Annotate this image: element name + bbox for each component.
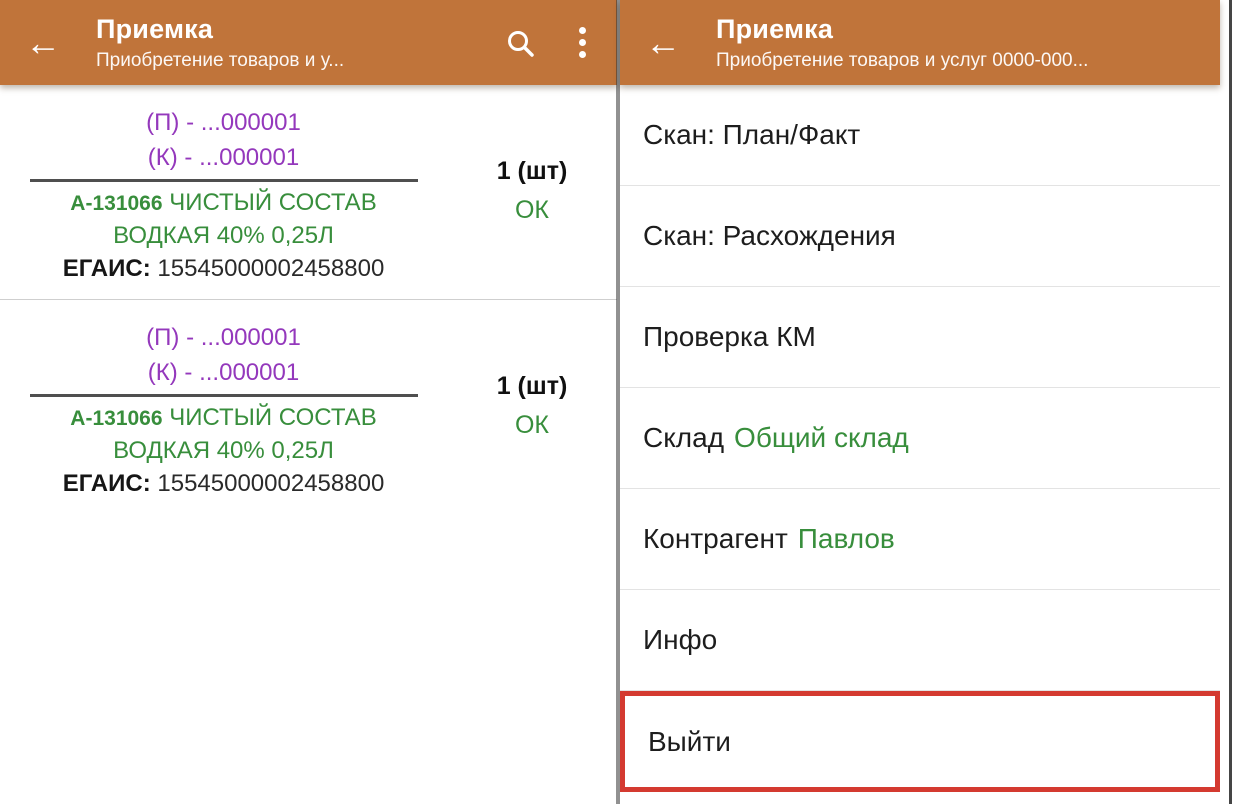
- plan-fact-divider: [30, 179, 418, 182]
- right-screen: ← Приемка Приобретение товаров и услуг 0…: [620, 0, 1220, 804]
- goods-info: (П) - ...000001 (К) - ...000001 А-131066…: [0, 320, 447, 498]
- page-subtitle: Приобретение товаров и у...: [96, 50, 505, 72]
- box-code: (К) - ...000001: [0, 355, 447, 390]
- egais-code: 15545000002458800: [157, 470, 384, 497]
- egais-line: ЕГАИС: 15545000002458800: [0, 470, 447, 498]
- egais-line: ЕГАИС: 15545000002458800: [0, 255, 447, 283]
- status-badge: ОК: [447, 196, 617, 225]
- page-subtitle: Приобретение товаров и услуг 0000-000...: [716, 50, 1220, 72]
- right-appbar: ← Приемка Приобретение товаров и услуг 0…: [620, 0, 1220, 85]
- menu-item-warehouse[interactable]: Склад Общий склад: [620, 388, 1220, 489]
- menu-item-counterparty[interactable]: Контрагент Павлов: [620, 489, 1220, 590]
- left-screen: ← Приемка Приобретение товаров и у... (П…: [0, 0, 617, 804]
- menu-item-value: Павлов: [798, 523, 895, 555]
- box-code: (К) - ...000001: [0, 140, 447, 175]
- menu-item-label: Склад: [643, 422, 724, 454]
- qty-value: 1 (шт): [447, 372, 617, 401]
- scanned-goods-list: (П) - ...000001 (К) - ...000001 А-131066…: [0, 85, 617, 514]
- operation-menu: Скан: План/Факт Скан: Расхождения Провер…: [620, 85, 1220, 792]
- menu-item-value: Общий склад: [734, 422, 909, 454]
- goods-list-item[interactable]: (П) - ...000001 (К) - ...000001 А-131066…: [0, 85, 617, 299]
- overflow-menu-icon[interactable]: [577, 27, 587, 58]
- screens-divider: [616, 0, 620, 804]
- goods-name: А-131066 ЧИСТЫЙ СОСТАВ ВОДКАЯ 40% 0,25Л: [44, 187, 404, 252]
- menu-item-check-km[interactable]: Проверка КМ: [620, 287, 1220, 388]
- menu-item-info[interactable]: Инфо: [620, 590, 1220, 691]
- status-badge: ОК: [447, 411, 617, 440]
- left-appbar-titles: Приемка Приобретение товаров и у...: [96, 14, 505, 72]
- menu-item-scan-discrepancies[interactable]: Скан: Расхождения: [620, 186, 1220, 287]
- goods-info: (П) - ...000001 (К) - ...000001 А-131066…: [0, 105, 447, 283]
- menu-item-label: Проверка КМ: [643, 321, 816, 353]
- exit-highlight-box: Выйти: [620, 691, 1220, 792]
- left-appbar: ← Приемка Приобретение товаров и у...: [0, 0, 617, 85]
- goods-article: А-131066: [70, 192, 162, 215]
- goods-qty-column: 1 (шт) ОК: [447, 320, 617, 498]
- window-edge: [1229, 0, 1232, 804]
- menu-item-exit[interactable]: Выйти: [625, 696, 1215, 787]
- pallet-code: (П) - ...000001: [0, 105, 447, 140]
- search-icon[interactable]: [505, 28, 535, 58]
- back-arrow-icon[interactable]: ←: [20, 25, 66, 61]
- menu-item-label: Скан: План/Факт: [643, 119, 860, 151]
- goods-article: А-131066: [70, 407, 162, 430]
- plan-fact-divider: [30, 394, 418, 397]
- qty-value: 1 (шт): [447, 157, 617, 186]
- menu-item-label: Инфо: [643, 624, 717, 656]
- goods-list-item[interactable]: (П) - ...000001 (К) - ...000001 А-131066…: [0, 299, 617, 514]
- page-title: Приемка: [96, 14, 505, 45]
- back-arrow-icon[interactable]: ←: [640, 25, 686, 61]
- egais-code: 15545000002458800: [157, 255, 384, 282]
- menu-item-label: Скан: Расхождения: [643, 220, 896, 252]
- right-appbar-titles: Приемка Приобретение товаров и услуг 000…: [716, 14, 1220, 72]
- menu-item-label: Контрагент: [643, 523, 788, 555]
- pallet-code: (П) - ...000001: [0, 320, 447, 355]
- goods-qty-column: 1 (шт) ОК: [447, 105, 617, 283]
- page-title: Приемка: [716, 14, 1220, 45]
- menu-item-scan-plan-fact[interactable]: Скан: План/Факт: [620, 85, 1220, 186]
- egais-label: ЕГАИС:: [63, 255, 151, 282]
- menu-item-label: Выйти: [648, 726, 731, 758]
- goods-name: А-131066 ЧИСТЫЙ СОСТАВ ВОДКАЯ 40% 0,25Л: [44, 402, 404, 467]
- egais-label: ЕГАИС:: [63, 470, 151, 497]
